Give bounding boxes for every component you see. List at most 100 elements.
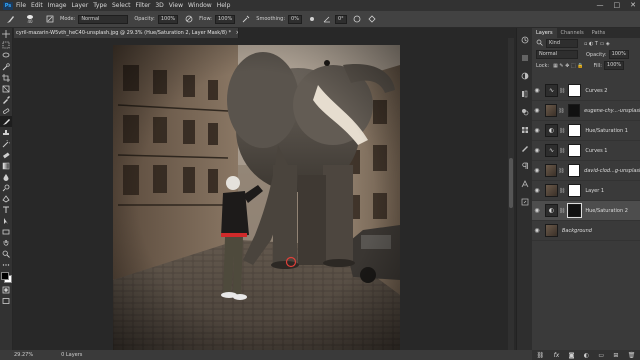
menu-view[interactable]: View (169, 2, 183, 9)
zoom-level[interactable]: 29.27% (14, 352, 33, 358)
menu-layer[interactable]: Layer (71, 2, 88, 9)
layer-mask-thumbnail[interactable] (568, 144, 582, 157)
color-panel-icon[interactable] (517, 106, 532, 118)
brush-settings-panel-icon[interactable] (517, 142, 532, 154)
paragraph-panel-icon[interactable] (517, 160, 532, 172)
link-icon[interactable]: ⛓ (537, 352, 545, 359)
layer-name[interactable]: Background (562, 228, 592, 234)
visibility-eye-icon[interactable]: ◉ (532, 127, 542, 134)
layer-mask-thumbnail[interactable] (567, 203, 583, 218)
fill-field[interactable]: 100% (603, 61, 625, 70)
angle-field[interactable]: 0° (334, 14, 347, 24)
document-tab[interactable]: cyril-mazarin-W5vth_heC40-unsplash.jpg @… (14, 28, 239, 38)
brush-tool-icon[interactable] (0, 116, 12, 127)
visibility-eye-icon[interactable]: ◉ (532, 207, 542, 214)
menu-edit[interactable]: Edit (31, 2, 43, 9)
layer-mask-thumbnail[interactable] (567, 104, 581, 117)
trash-icon[interactable]: 🗑 (628, 352, 636, 359)
visibility-eye-icon[interactable]: ◉ (532, 107, 542, 114)
color-swatches[interactable] (0, 270, 12, 284)
eraser-tool-icon[interactable] (0, 149, 12, 160)
libraries-panel-icon[interactable] (517, 88, 532, 100)
layer-name[interactable]: Hue/Saturation 1 (585, 128, 628, 134)
visibility-eye-icon[interactable]: ◉ (532, 87, 542, 94)
layer-mask-thumbnail[interactable] (568, 84, 582, 97)
glyphs-panel-icon[interactable] (517, 196, 532, 208)
crop-tool-icon[interactable] (0, 72, 12, 83)
folder-icon[interactable]: ▭ (598, 352, 604, 359)
layer-mask-thumbnail[interactable] (568, 184, 582, 197)
vertical-scrollbar[interactable] (508, 38, 514, 350)
rectangle-tool-icon[interactable] (0, 226, 12, 237)
layer-opacity-field[interactable]: 100% (608, 50, 629, 59)
symmetry-icon[interactable] (368, 15, 377, 24)
layer-row-selected[interactable]: ◉ ◐ ⛓ Hue/Saturation 2 (532, 201, 640, 221)
visibility-eye-icon[interactable]: ◉ (532, 147, 542, 154)
more-tools-icon[interactable] (0, 259, 12, 270)
visibility-eye-icon[interactable]: ◉ (532, 227, 542, 234)
pen-tool-icon[interactable] (0, 193, 12, 204)
layer-row[interactable]: ◉ ∿ ⛓ Curves 1 (532, 141, 640, 161)
fx-icon[interactable]: fx (554, 352, 560, 359)
tab-layers[interactable]: Layers (532, 28, 557, 38)
history-brush-tool-icon[interactable] (0, 138, 12, 149)
properties-panel-icon[interactable] (517, 52, 532, 64)
maximize-button[interactable]: □ (614, 1, 621, 9)
type-tool-icon[interactable] (0, 204, 12, 215)
kind-filter-select[interactable]: Kind (546, 39, 578, 48)
layer-row[interactable]: ◉ ⛓ Layer 1 (532, 181, 640, 201)
foreground-color-swatch[interactable] (1, 272, 9, 280)
eyedropper-tool-icon[interactable] (0, 94, 12, 105)
tab-paths[interactable]: Paths (588, 28, 610, 38)
doc-info[interactable]: 0 Layers (61, 352, 82, 358)
mode-select[interactable]: Normal (78, 14, 129, 24)
vertical-scroll-thumb[interactable] (509, 158, 513, 208)
menu-3d[interactable]: 3D (155, 2, 163, 9)
path-selection-tool-icon[interactable] (0, 215, 12, 226)
flow-field[interactable]: 100% (215, 14, 236, 24)
layer-row[interactable]: ◉ ∿ ⛓ Curves 2 (532, 81, 640, 101)
healing-brush-tool-icon[interactable] (0, 105, 12, 116)
layer-name[interactable]: eugene-chy...-unsplash (584, 108, 640, 114)
zoom-tool-icon[interactable] (0, 248, 12, 259)
filter-type-icons[interactable]: ▫ ◐ T ▭ ◈ (584, 41, 610, 47)
canvas-image[interactable] (113, 45, 400, 350)
brush-preset-picker[interactable]: 40 (21, 14, 39, 24)
hand-tool-icon[interactable] (0, 237, 12, 248)
layer-mask-thumbnail[interactable] (567, 164, 581, 177)
adjustment-icon[interactable]: ◐ (584, 352, 589, 359)
minimize-button[interactable]: — (597, 1, 604, 9)
layer-row[interactable]: ◉ ⛓ david-clod...g-unsplash (532, 161, 640, 181)
layer-row[interactable]: ◉ Background (532, 221, 640, 241)
layer-name[interactable]: david-clod...g-unsplash (584, 168, 640, 174)
character-panel-icon[interactable] (517, 178, 532, 190)
layer-name[interactable]: Curves 2 (585, 88, 607, 94)
clone-stamp-tool-icon[interactable] (0, 127, 12, 138)
close-tab-button[interactable]: × (236, 30, 238, 36)
new-layer-icon[interactable]: ⊞ (613, 352, 618, 359)
tab-channels[interactable]: Channels (557, 28, 588, 38)
smoothing-options-icon[interactable] (308, 15, 317, 24)
move-tool-icon[interactable] (0, 28, 12, 39)
layer-row[interactable]: ◉ ⛓ eugene-chy...-unsplash (532, 101, 640, 121)
close-window-button[interactable]: ✕ (630, 1, 636, 9)
menu-help[interactable]: Help (217, 2, 231, 9)
pressure-opacity-icon[interactable] (184, 15, 193, 24)
lasso-tool-icon[interactable] (0, 50, 12, 61)
swatches-panel-icon[interactable] (517, 124, 532, 136)
layer-row[interactable]: ◉ ◐ ⛓ Hue/Saturation 1 (532, 121, 640, 141)
smoothing-field[interactable]: 0% (288, 14, 302, 24)
brush-settings-icon[interactable] (45, 15, 54, 24)
lock-icons[interactable]: ▦ ✎ ✥ ⬚ 🔒 (553, 63, 583, 69)
mask-icon[interactable]: ◙ (569, 352, 575, 359)
dodge-tool-icon[interactable] (0, 182, 12, 193)
menu-image[interactable]: Image (48, 2, 67, 9)
adjustments-panel-icon[interactable] (517, 70, 532, 82)
layer-mask-thumbnail[interactable] (568, 124, 582, 137)
frame-tool-icon[interactable] (0, 83, 12, 94)
layer-name[interactable]: Hue/Saturation 2 (585, 208, 628, 214)
menu-window[interactable]: Window (188, 2, 212, 9)
visibility-eye-icon[interactable]: ◉ (532, 187, 542, 194)
history-panel-icon[interactable] (517, 34, 532, 46)
blur-tool-icon[interactable] (0, 171, 12, 182)
